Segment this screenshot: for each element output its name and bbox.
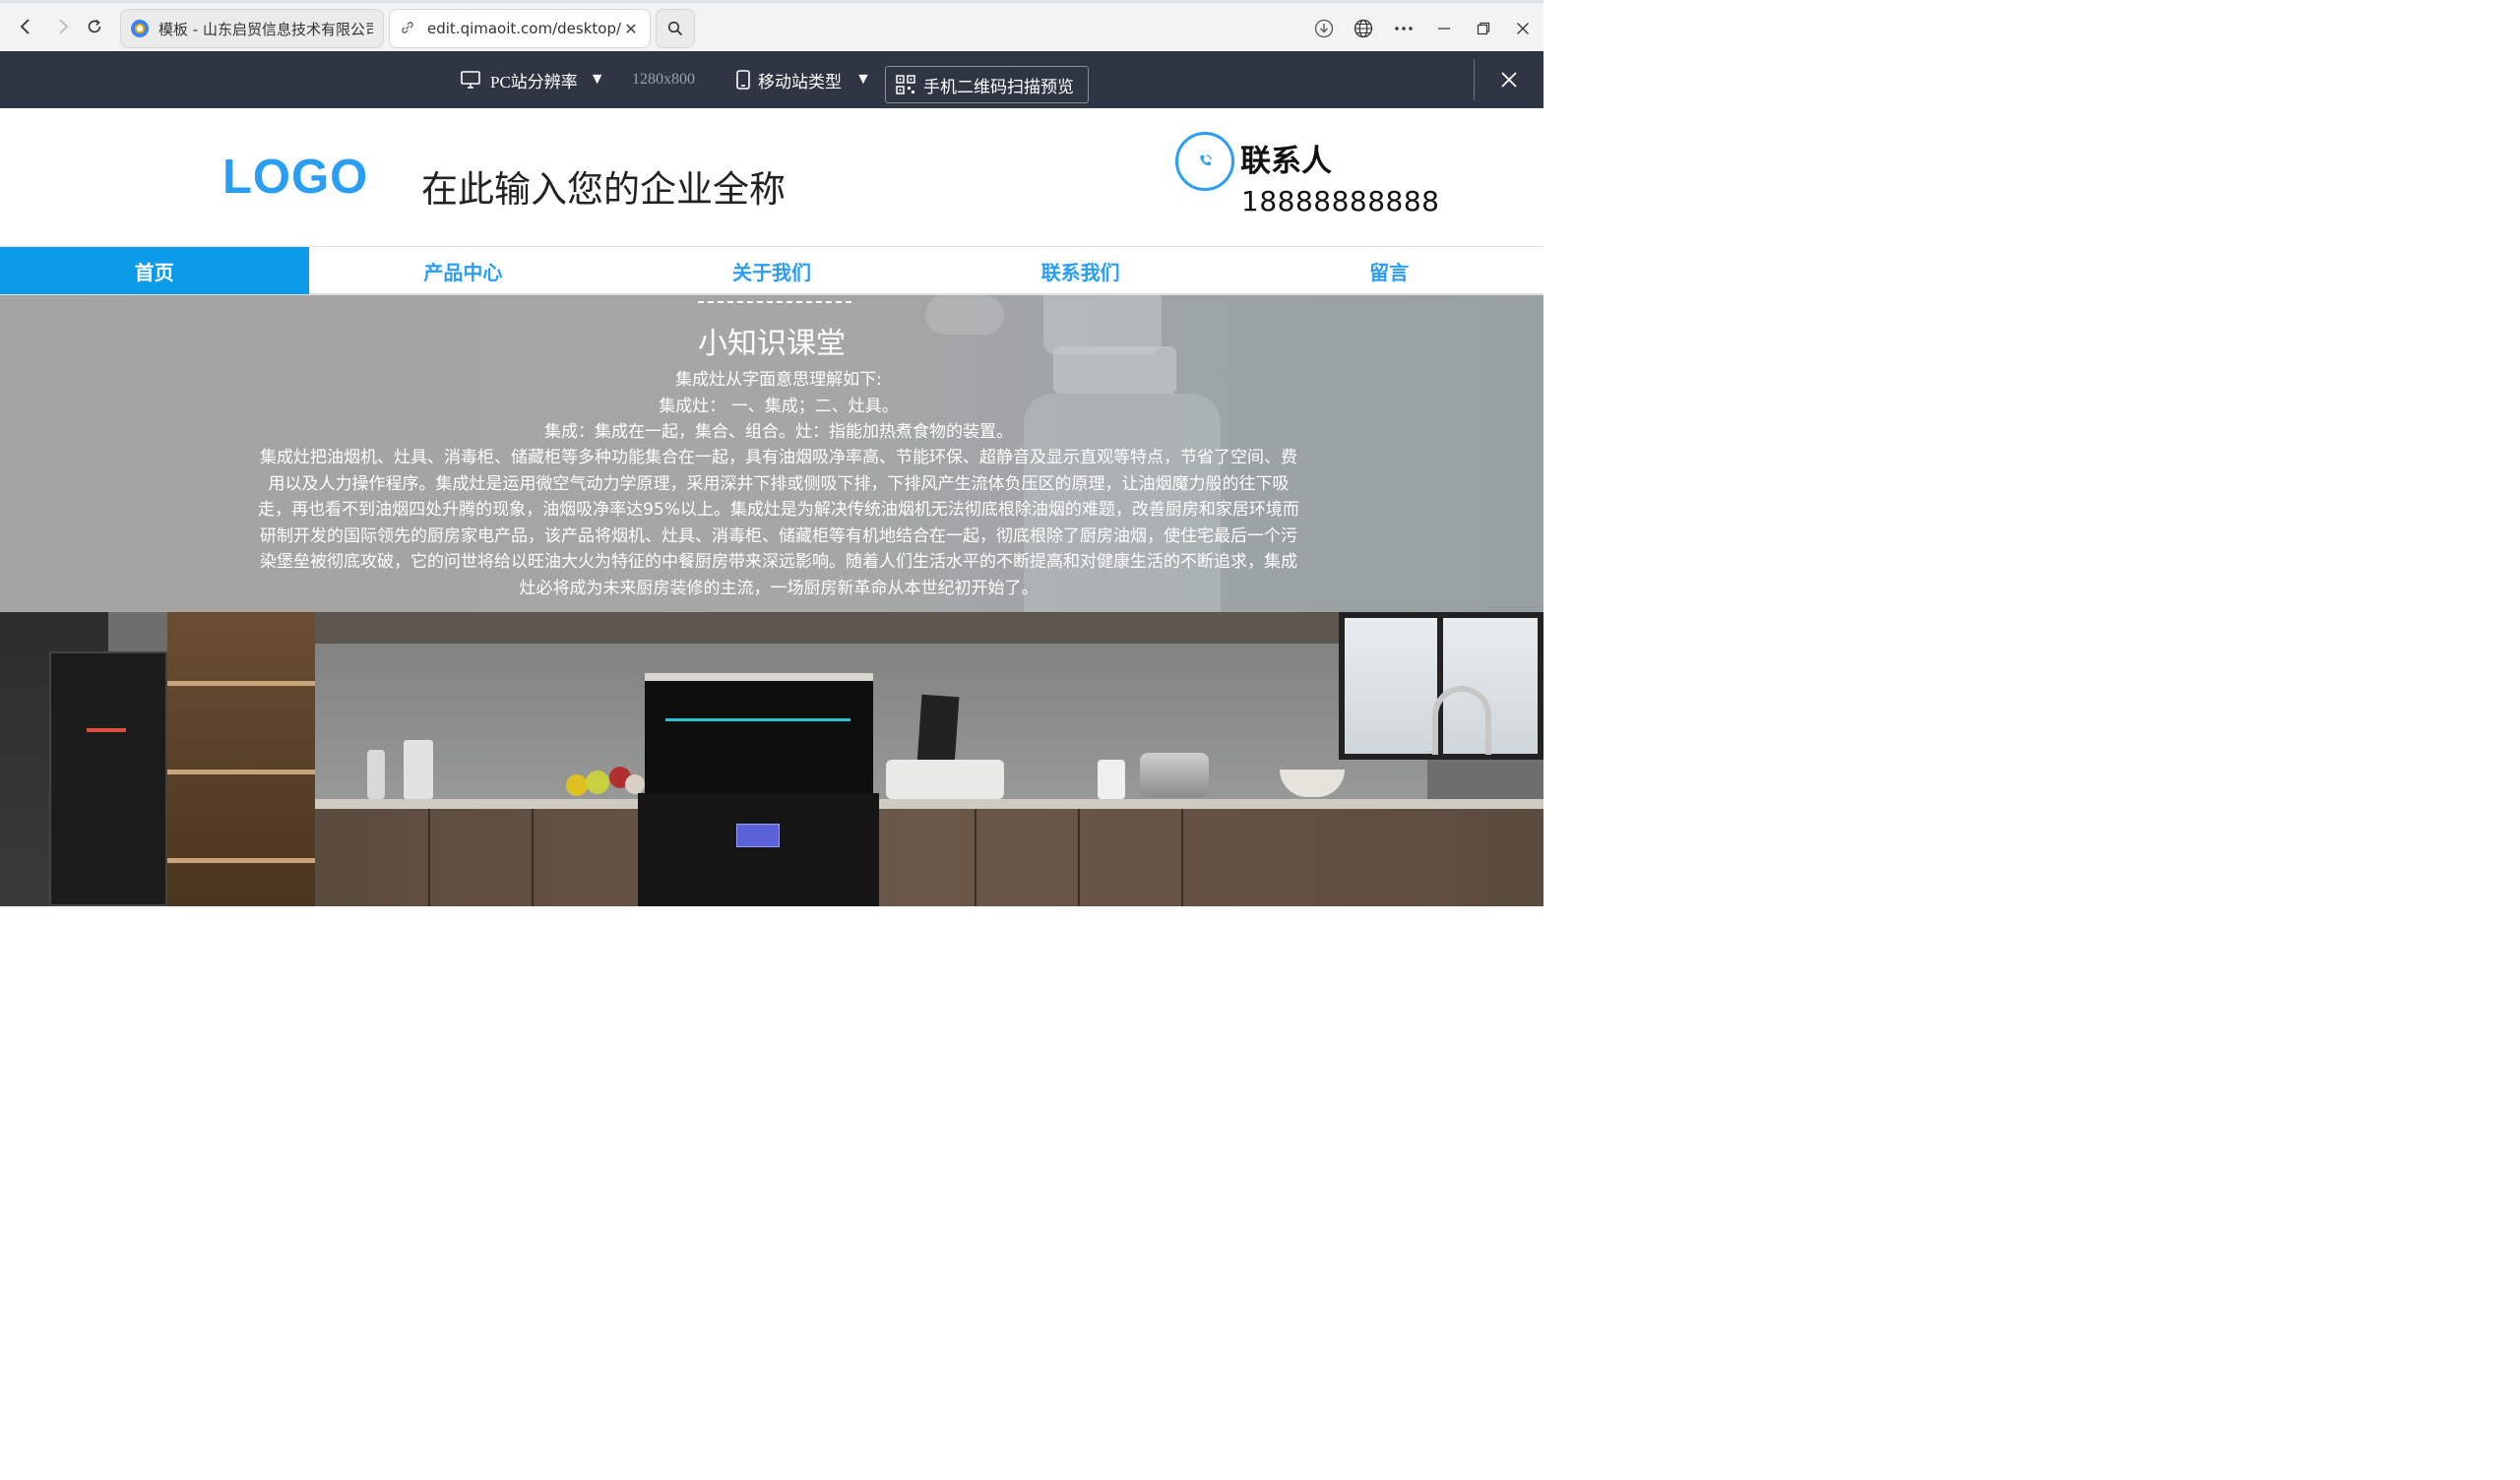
knowledge-line: 集成灶从字面意思理解如下: (675, 370, 882, 390)
banner-cabinet-divider (428, 809, 430, 906)
site-nav: 首页 产品中心 关于我们 联系我们 留言 (0, 246, 1544, 295)
preview-toolbar: PC站分辨率 ▼ 1280x800 移动站类型 ▼ 手机二维码扫描预览 (0, 51, 1544, 108)
banner-shelf-board (167, 770, 315, 774)
search-icon[interactable] (656, 9, 695, 48)
qr-preview-button[interactable]: 手机二维码扫描预览 (885, 66, 1089, 103)
tab-editor[interactable]: edit.qimaoit.com/desktop/h ✕ (389, 9, 651, 48)
banner-shelf-board (167, 858, 315, 863)
site-header: LOGO 在此输入您的企业全称 联系人 18888888888 (0, 108, 1544, 246)
chevron-down-icon: ▼ (589, 71, 605, 88)
toolbar-divider (1474, 59, 1475, 100)
banner-range-hood (645, 673, 873, 793)
banner-bottle (367, 750, 385, 799)
nav-item-home[interactable]: 首页 (0, 247, 309, 294)
pc-resolution-selector[interactable]: PC站分辨率 ▼ (461, 51, 605, 108)
knowledge-section: 小知识课堂 集成灶从字面意思理解如下: 集成灶： 一、集成；二、灶具。 集成：集… (0, 295, 1544, 612)
restore-icon[interactable] (1466, 11, 1501, 46)
site-logo[interactable]: LOGO (222, 150, 368, 205)
more-icon[interactable] (1386, 11, 1421, 46)
banner-stove-display (736, 824, 780, 847)
banner-cabinet-divider (532, 809, 534, 906)
banner-oven-display (87, 728, 126, 732)
knowledge-paragraph: 集成灶把油烟机、灶具、消毒柜、储藏柜等多种功能集合在一起，具有油烟吸净率高、节能… (258, 448, 1299, 598)
reload-icon[interactable] (77, 9, 112, 44)
close-preview-icon[interactable] (1492, 63, 1526, 96)
banner-integrated-stove (638, 793, 879, 906)
globe-icon[interactable] (1346, 11, 1381, 46)
knowledge-line: 集成灶： 一、集成；二、灶具。 (659, 396, 899, 416)
contact-phone: 18888888888 (1241, 185, 1440, 217)
banner-cabinet-divider (1181, 809, 1183, 906)
banner-hood-light (665, 718, 850, 721)
banner-kettle (1140, 753, 1209, 797)
qr-code-icon (896, 75, 915, 94)
banner-cabinet-divider (975, 809, 976, 906)
close-window-icon[interactable] (1505, 11, 1541, 46)
banner-cabinet-divider (1078, 809, 1080, 906)
site-favicon-icon (131, 20, 149, 37)
banner-faucet (1432, 686, 1491, 755)
nav-item-products[interactable]: 产品中心 (309, 247, 618, 294)
knowledge-intro: 集成灶从字面意思理解如下: 集成灶： 一、集成；二、灶具。 集成：集成在一起，集… (254, 367, 1303, 446)
contact-label: 联系人 (1240, 144, 1332, 179)
download-icon[interactable] (1306, 11, 1342, 46)
nav-item-about[interactable]: 关于我们 (617, 247, 926, 294)
link-icon (400, 20, 417, 37)
banner-lower-cabinets (315, 809, 1544, 906)
nav-item-contact[interactable]: 联系我们 (926, 247, 1235, 294)
knowledge-line: 集成：集成在一起，集合、组合。灶：指能加热煮食物的装置。 (544, 422, 1013, 442)
banner-upper-cabinet (315, 612, 1427, 644)
back-arrow-icon[interactable] (8, 9, 43, 44)
tab-title: 模板 - 山东启贸信息技术有限公司 (158, 20, 373, 38)
section-title: 小知识课堂 (698, 327, 846, 361)
banner-jar (1098, 760, 1125, 799)
banner-cutting-board (916, 694, 960, 767)
tab-template[interactable]: 模板 - 山东启贸信息技术有限公司 (120, 9, 384, 48)
kitchen-banner-image (0, 612, 1544, 906)
banner-utensil-holder (404, 740, 433, 799)
mobile-type-selector[interactable]: 移动站类型 ▼ (736, 51, 871, 108)
banner-fruit (566, 765, 645, 796)
banner-plates (886, 760, 1004, 799)
banner-oven (49, 651, 167, 906)
nav-item-message[interactable]: 留言 (1234, 247, 1544, 294)
company-name: 在此输入您的企业全称 (421, 168, 786, 211)
browser-toolbar: 模板 - 山东启贸信息技术有限公司 edit.qimaoit.com/deskt… (0, 0, 1544, 51)
banner-countertop (315, 799, 1544, 809)
pc-resolution-label: PC站分辨率 (490, 72, 578, 92)
tab-url: edit.qimaoit.com/desktop/h (427, 20, 622, 37)
section-divider (698, 301, 851, 305)
close-tab-icon[interactable]: ✕ (622, 20, 640, 38)
mobile-phone-icon (736, 70, 750, 90)
qr-preview-label: 手机二维码扫描预览 (923, 77, 1074, 96)
monitor-icon (461, 71, 480, 89)
forward-arrow-icon[interactable] (45, 9, 81, 44)
resolution-value: 1280x800 (632, 71, 695, 88)
banner-shelf-board (167, 681, 315, 686)
phone-icon (1175, 132, 1234, 191)
chevron-down-icon: ▼ (855, 71, 871, 88)
mobile-type-label: 移动站类型 (758, 72, 842, 92)
minimize-icon[interactable] (1426, 11, 1462, 46)
